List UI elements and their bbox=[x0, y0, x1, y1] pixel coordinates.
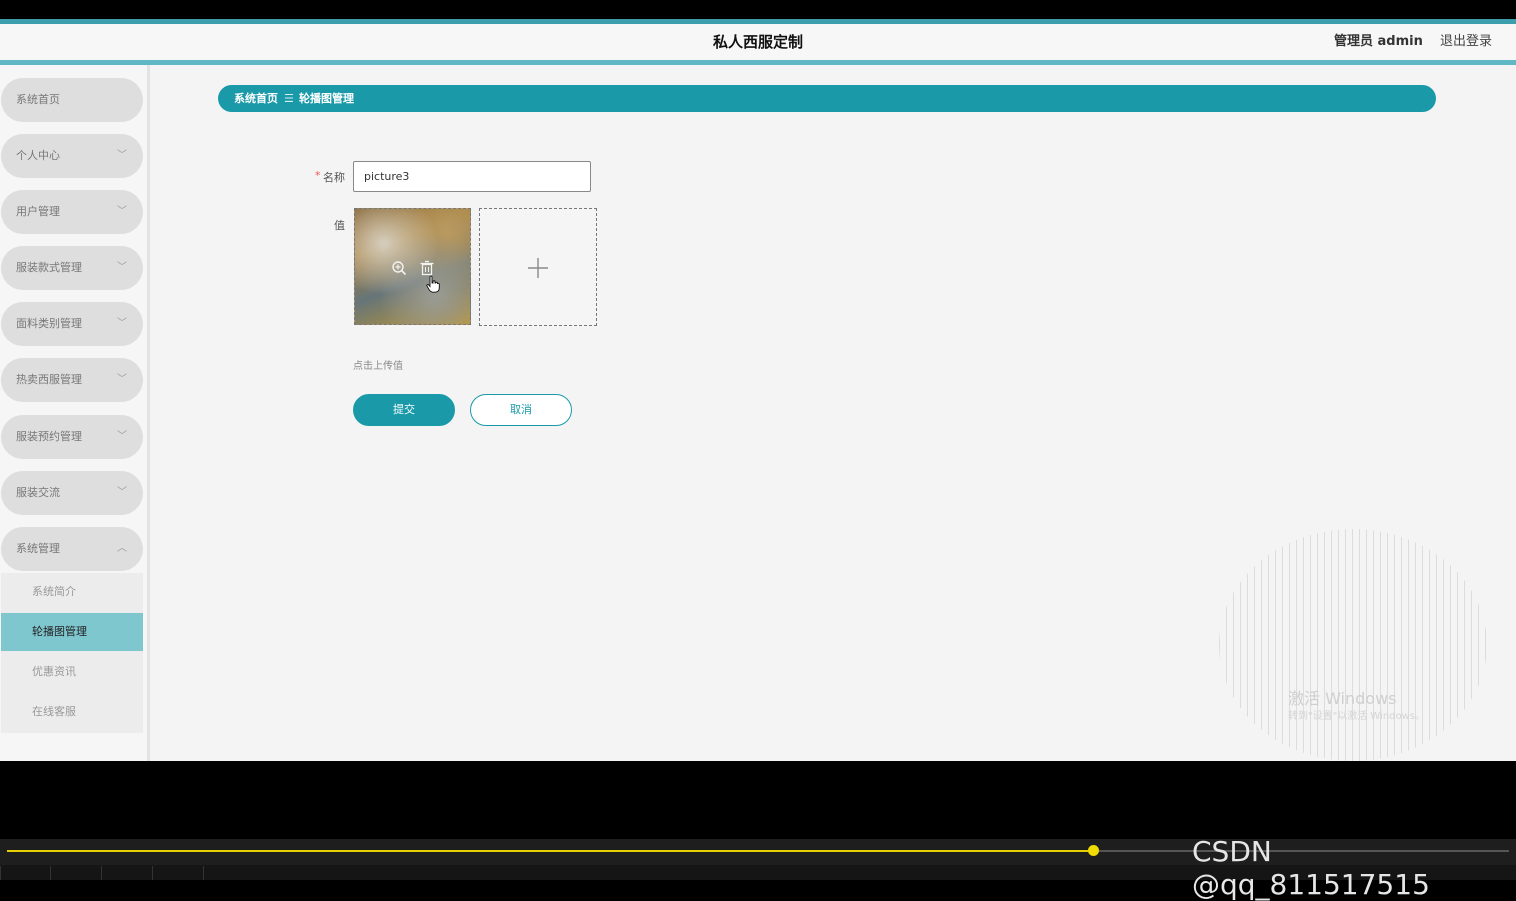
progress-scrubber[interactable] bbox=[1088, 845, 1099, 856]
breadcrumb-current: 轮播图管理 bbox=[299, 92, 354, 105]
required-mark: * bbox=[315, 169, 321, 182]
sidebar-item-fabric-category[interactable]: 面料类别管理 ﹀ bbox=[1, 302, 143, 346]
chevron-down-icon: ﹀ bbox=[117, 318, 127, 329]
plus-icon bbox=[528, 258, 548, 278]
top-header: 私人西服定制 管理员 admin 退出登录 bbox=[0, 24, 1516, 60]
windows-activation-subtitle: 转到"设置"以激活 Windows。 bbox=[1288, 711, 1426, 722]
sidebar-item-personal-center[interactable]: 个人中心 ﹀ bbox=[1, 134, 143, 178]
chevron-down-icon: ﹀ bbox=[117, 206, 127, 217]
sidebar-item-label: 系统管理 bbox=[16, 542, 60, 555]
breadcrumb-home[interactable]: 系统首页 bbox=[234, 85, 278, 112]
chevron-up-icon: ︿ bbox=[117, 543, 127, 554]
breadcrumb-separator-icon: ☰ bbox=[284, 92, 294, 105]
delete-icon[interactable] bbox=[419, 260, 435, 276]
sidebar-item-system-management[interactable]: 系统管理 ︿ bbox=[1, 527, 143, 571]
sidebar-item-label: 服装交流 bbox=[16, 486, 60, 499]
app-body: 系统首页 个人中心 ﹀ 用户管理 ﹀ 服装款式管理 ﹀ 面料类别管理 ﹀ 热卖西… bbox=[0, 65, 1516, 761]
player-control[interactable] bbox=[152, 866, 201, 880]
thumbnail-overlay bbox=[355, 209, 470, 324]
system-submenu: 系统简介 轮播图管理 优惠资讯 在线客服 bbox=[1, 573, 143, 733]
sidebar-item-user-management[interactable]: 用户管理 ﹀ bbox=[1, 190, 143, 234]
sidebar-item-label: 个人中心 bbox=[16, 149, 60, 162]
chevron-down-icon: ﹀ bbox=[117, 262, 127, 273]
admin-user-label: 管理员 admin bbox=[1334, 34, 1423, 49]
site-title: 私人西服定制 bbox=[712, 33, 803, 51]
name-input[interactable] bbox=[353, 161, 591, 192]
image-upload-box[interactable] bbox=[479, 208, 597, 326]
screen-top-border bbox=[0, 0, 1516, 19]
submenu-item-system-intro[interactable]: 系统简介 bbox=[1, 573, 143, 611]
sidebar-item-label: 系统首页 bbox=[16, 93, 60, 106]
chevron-down-icon: ﹀ bbox=[117, 374, 127, 385]
sidebar-item-home[interactable]: 系统首页 bbox=[1, 78, 143, 122]
progress-track-played[interactable] bbox=[7, 850, 1093, 852]
player-control[interactable] bbox=[0, 866, 49, 880]
sidebar-item-label: 服装款式管理 bbox=[16, 261, 82, 274]
windows-activation-title: 激活 Windows bbox=[1288, 689, 1397, 708]
zoom-in-icon[interactable] bbox=[391, 260, 407, 276]
submit-button[interactable]: 提交 bbox=[353, 394, 455, 426]
sidebar-item-label: 面料类别管理 bbox=[16, 317, 82, 330]
sidebar-item-exchange[interactable]: 服装交流 ﹀ bbox=[1, 471, 143, 515]
watermark-graphic bbox=[1219, 529, 1487, 761]
logout-link[interactable]: 退出登录 bbox=[1440, 24, 1492, 60]
hand-cursor-icon bbox=[426, 275, 440, 293]
breadcrumb: 系统首页 ☰ 轮播图管理 bbox=[218, 85, 1436, 112]
sidebar-item-label: 用户管理 bbox=[16, 205, 60, 218]
sidebar-item-label: 服装预约管理 bbox=[16, 430, 82, 443]
sidebar-item-label: 热卖西服管理 bbox=[16, 373, 82, 386]
chevron-down-icon: ﹀ bbox=[117, 150, 127, 161]
sidebar-item-hot-suits[interactable]: 热卖西服管理 ﹀ bbox=[1, 358, 143, 402]
submenu-item-carousel[interactable]: 轮播图管理 bbox=[1, 613, 143, 651]
name-label: 名称 bbox=[323, 171, 345, 184]
video-player-bar: CSDN @qq_811517515 bbox=[0, 835, 1516, 901]
upload-tip: 点击上传值 bbox=[353, 361, 403, 372]
player-control[interactable] bbox=[50, 866, 99, 880]
chevron-down-icon: ﹀ bbox=[117, 431, 127, 442]
sidebar: 系统首页 个人中心 ﹀ 用户管理 ﹀ 服装款式管理 ﹀ 面料类别管理 ﹀ 热卖西… bbox=[0, 65, 150, 761]
submenu-item-discount-news[interactable]: 优惠资讯 bbox=[1, 653, 143, 691]
player-control[interactable] bbox=[203, 866, 252, 880]
player-control[interactable] bbox=[101, 866, 150, 880]
uploaded-image-thumbnail[interactable] bbox=[354, 208, 471, 325]
value-label: 值 bbox=[334, 219, 345, 232]
chevron-down-icon: ﹀ bbox=[117, 487, 127, 498]
sidebar-item-style-management[interactable]: 服装款式管理 ﹀ bbox=[1, 246, 143, 290]
cancel-button[interactable]: 取消 bbox=[470, 394, 572, 426]
sidebar-item-appointment[interactable]: 服装预约管理 ﹀ bbox=[1, 415, 143, 459]
csdn-credit: CSDN @qq_811517515 bbox=[1192, 835, 1430, 901]
submenu-item-online-service[interactable]: 在线客服 bbox=[1, 693, 143, 731]
